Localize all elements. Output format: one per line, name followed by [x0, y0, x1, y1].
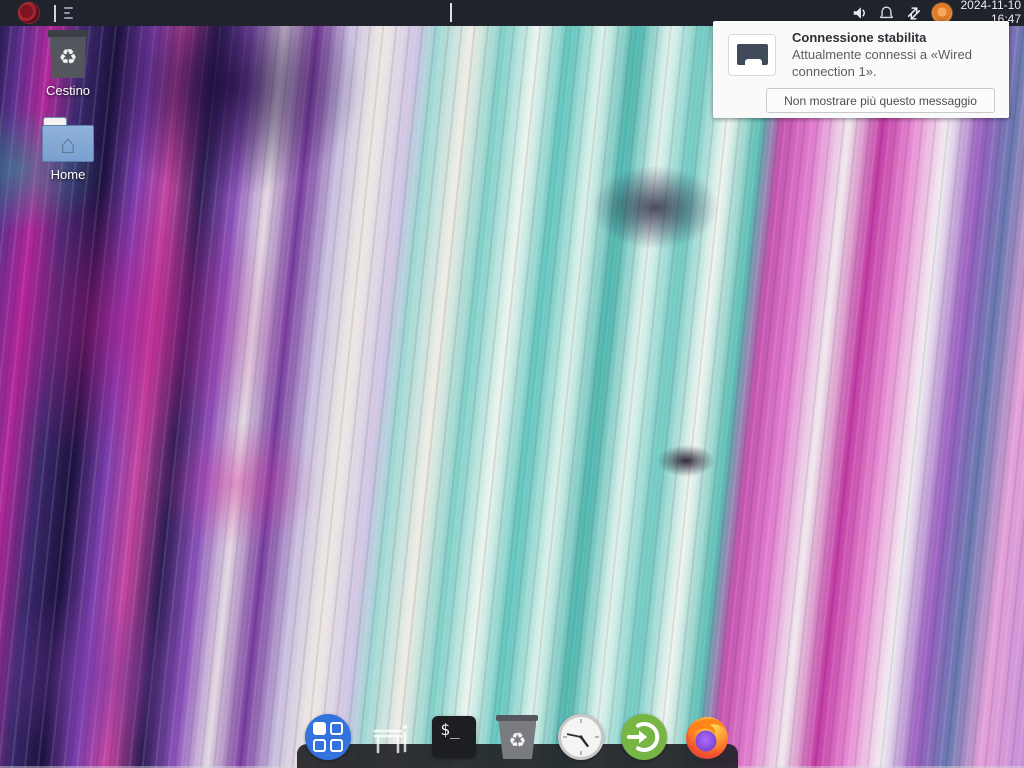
logout-icon [621, 714, 667, 760]
trash-icon: ♻ [48, 30, 88, 78]
distro-logo-icon[interactable] [18, 2, 40, 24]
dock-item-firefox[interactable] [683, 713, 731, 761]
network-activity-icon[interactable] [905, 4, 923, 22]
dock-item-terminal[interactable]: $_ [430, 713, 478, 761]
wired-network-icon [737, 44, 768, 65]
volume-icon[interactable] [851, 4, 869, 22]
trash-icon: ♻ [498, 715, 536, 759]
dock-item-show-desktop[interactable] [367, 713, 415, 761]
dock-item-logout[interactable] [620, 713, 668, 761]
desktop-icon-trash[interactable]: ♻ Cestino [23, 30, 113, 98]
app-grid-icon [305, 714, 351, 760]
house-glyph: ⌂ [60, 131, 76, 157]
updates-icon[interactable] [932, 3, 952, 23]
dock-item-app-menu[interactable] [304, 713, 352, 761]
recycle-glyph: ♻ [59, 47, 78, 68]
desktop-icon-label: Cestino [46, 83, 90, 98]
desktop-screen: 2024-11-10 16:47 ♻ Cestino ⌂ Home Connes… [0, 0, 1024, 768]
task-list-icon[interactable] [64, 7, 73, 19]
desktop-icon-home[interactable]: ⌂ Home [23, 118, 113, 182]
home-folder-icon: ⌂ [42, 118, 94, 162]
notification-text: Connessione stabilita Attualmente connes… [792, 30, 1000, 81]
recycle-glyph: ♻ [509, 728, 527, 753]
panel-left-section [0, 2, 73, 24]
analog-clock-icon [558, 714, 604, 760]
panel-text-cursor [450, 3, 452, 22]
dock-item-trash[interactable]: ♻ [493, 713, 541, 761]
desktop-pager-icon [369, 715, 413, 759]
panel-separator [54, 5, 56, 22]
notification-popup: Connessione stabilita Attualmente connes… [713, 21, 1009, 118]
desktop-icon-label: Home [51, 167, 86, 182]
firefox-icon [683, 713, 731, 761]
dock: $_ ♻ [297, 711, 738, 763]
dock-item-clock[interactable] [557, 713, 605, 761]
terminal-icon: $_ [432, 716, 476, 758]
notification-body: Attualmente connessi a «Wired connection… [792, 47, 1000, 81]
dismiss-notification-button[interactable]: Non mostrare più questo messaggio [766, 88, 995, 113]
notifications-bell-icon[interactable] [878, 4, 896, 22]
notification-icon-frame [728, 34, 776, 76]
notification-title: Connessione stabilita [792, 30, 1000, 45]
